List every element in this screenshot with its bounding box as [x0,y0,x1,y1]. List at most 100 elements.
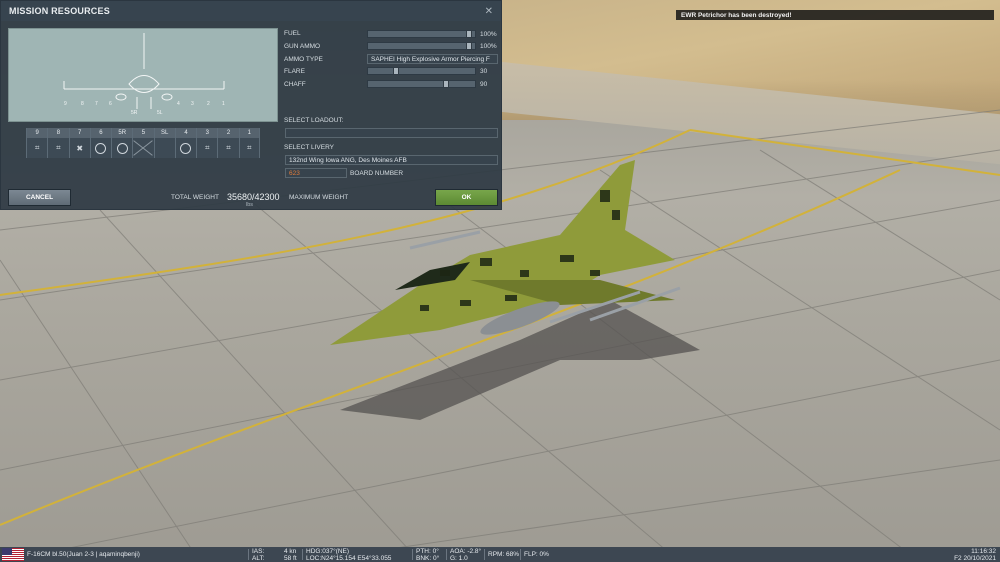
ok-button[interactable]: OK [435,189,498,206]
ammo-type-label: AMMO TYPE [284,56,323,63]
svg-text:4: 4 [177,101,180,107]
location-readout: LOC:N24°15.154 E54°33.055 [306,555,392,562]
pylon-station-9[interactable]: 9 ⌗ [26,128,48,158]
pod-icon: ✖ [69,138,90,158]
maximum-weight-label: MAXIMUM WEIGHT [289,194,349,201]
board-number-label: BOARD NUMBER [350,170,404,177]
divider [248,549,249,560]
divider [484,549,485,560]
g-readout: G: 1.0 [450,555,468,562]
svg-text:1: 1 [222,101,225,107]
empty-slot [154,138,175,158]
pylon-station-4[interactable]: 4 [174,128,197,158]
empty-station-icon [133,138,154,158]
fuel-slider-thumb[interactable] [465,30,472,38]
aircraft-info: F-16CM bl.50(Juan 2-3 | aqaminqbenji) [27,551,140,558]
pylon-station-sl[interactable]: SL [153,128,175,158]
gun-ammo-slider[interactable] [367,42,476,50]
ias-label: IAS: [252,548,265,555]
aoa-readout: AOA: -2.8° [450,548,482,555]
svg-text:3: 3 [191,101,194,107]
pylon-number: 5R [112,128,133,138]
pylon-number: 6 [90,128,112,138]
pylon-station-1[interactable]: 1 ⌗ [238,128,260,158]
pylon-station-5[interactable]: 5 [132,128,154,158]
launcher-icon: ⌗ [218,138,239,158]
fuel-value: 100% [480,31,497,38]
aircraft-front-view-icon: 9 8 7 6 5R 5L 4 3 2 1 [63,33,225,116]
divider [302,549,303,560]
select-loadout-label: SELECT LOADOUT: [284,117,344,124]
clock-date: F2 20/10/2021 [954,555,996,562]
event-notification: EWR Petrichor has been destroyed! [676,10,994,20]
tank-icon [90,138,112,158]
us-flag-icon [2,548,24,561]
pylon-number: 2 [218,128,239,138]
pylon-station-8[interactable]: 8 ⌗ [47,128,69,158]
board-number-input[interactable]: 623 [285,168,347,178]
pylon-number: SL [154,128,175,138]
svg-text:7: 7 [95,101,98,107]
svg-text:2: 2 [207,101,210,107]
ias-value: 4 kn [284,548,297,555]
livery-select[interactable]: 132nd Wing Iowa ANG, Des Moines AFB [285,155,498,165]
ammo-type-select[interactable]: SAPHEI High Explosive Armor Piercing F [367,54,498,64]
svg-text:5L: 5L [157,110,163,116]
flaps-readout: FLP: 0% [524,551,549,558]
tank-icon [175,138,197,158]
chaff-slider[interactable] [367,80,476,88]
svg-text:6: 6 [109,101,112,107]
flare-label: FLARE [284,68,305,75]
select-livery-label: SELECT LIVERY [284,144,334,151]
chaff-value: 90 [480,81,488,88]
gun-ammo-slider-thumb[interactable] [465,42,472,50]
fuel-slider[interactable] [367,30,476,38]
alt-label: ALT: [252,555,265,562]
pylon-station-5r[interactable]: 5R [111,128,133,158]
alt-value: 58 ft [284,555,297,562]
chaff-label: CHAFF [284,81,306,88]
pylon-stations: 9 ⌗ 8 ⌗ 7 ✖ 6 5R 5 SL 4 3 ⌗ 2 ⌗ 1 ⌗ [26,128,260,158]
pylon-number: 3 [197,128,218,138]
total-weight-value: 35680/42300 [227,192,280,202]
weight-unit: lbs [246,202,254,208]
launcher-icon: ⌗ [48,138,69,158]
rack-icon [112,138,133,158]
launcher-icon: ⌗ [239,138,259,158]
launcher-icon: ⌗ [27,138,48,158]
svg-text:8: 8 [81,101,84,107]
divider [446,549,447,560]
pylon-number: 7 [69,128,90,138]
aircraft-schematic: 9 8 7 6 5R 5L 4 3 2 1 [8,28,278,122]
mission-resources-panel: MISSION RESOURCES ✕ 987 6 5R 5L 432 1 9 … [0,0,502,210]
pylon-station-6[interactable]: 6 [89,128,112,158]
bank-readout: BNK: 0° [416,555,440,562]
total-weight-label: TOTAL WEIGHT [171,194,219,201]
fuel-label: FUEL [284,30,301,37]
cancel-button[interactable]: CANCEL [8,189,71,206]
pylon-station-7[interactable]: 7 ✖ [68,128,90,158]
svg-text:9: 9 [64,101,67,107]
flare-value: 30 [480,68,488,75]
pylon-number: 4 [175,128,197,138]
panel-title: MISSION RESOURCES [9,6,110,16]
heading-readout: HDG:037°(NE) [306,548,350,555]
divider [520,549,521,560]
pylon-station-3[interactable]: 3 ⌗ [196,128,218,158]
gun-ammo-label: GUN AMMO [284,43,321,50]
close-icon[interactable]: ✕ [485,6,493,17]
status-bar: F-16CM bl.50(Juan 2-3 | aqaminqbenji) IA… [0,547,1000,562]
flare-slider[interactable] [367,67,476,75]
rpm-readout: RPM: 68% [488,551,520,558]
flare-slider-thumb[interactable] [393,67,400,75]
loadout-select[interactable] [285,128,498,138]
clock-time: 11:16:32 [971,548,996,555]
svg-text:5R: 5R [131,110,138,116]
launcher-icon: ⌗ [197,138,218,158]
pylon-number: 9 [27,128,48,138]
panel-header: MISSION RESOURCES ✕ [1,1,501,21]
pitch-readout: PTH: 0° [416,548,439,555]
pylon-station-2[interactable]: 2 ⌗ [217,128,239,158]
divider [412,549,413,560]
chaff-slider-thumb[interactable] [442,80,449,88]
